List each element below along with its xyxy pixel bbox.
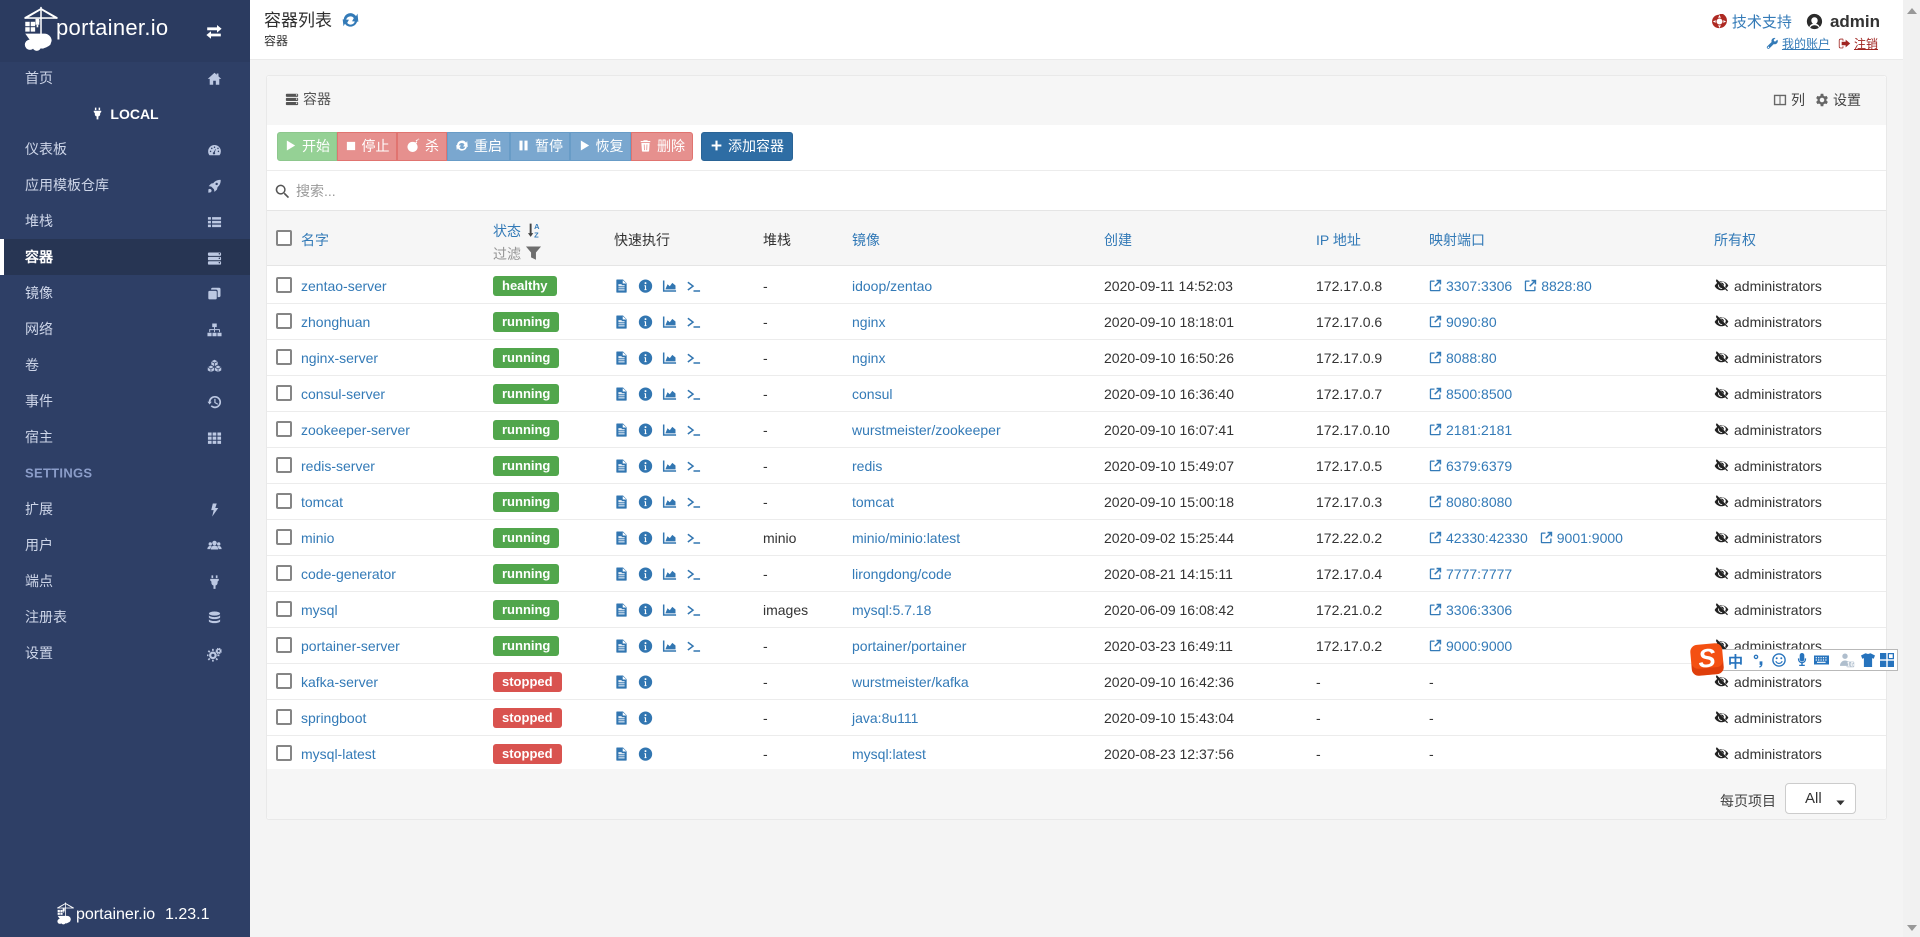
svg-text:16: 16: [1847, 662, 1855, 668]
svg-text:Z: Z: [534, 230, 539, 239]
